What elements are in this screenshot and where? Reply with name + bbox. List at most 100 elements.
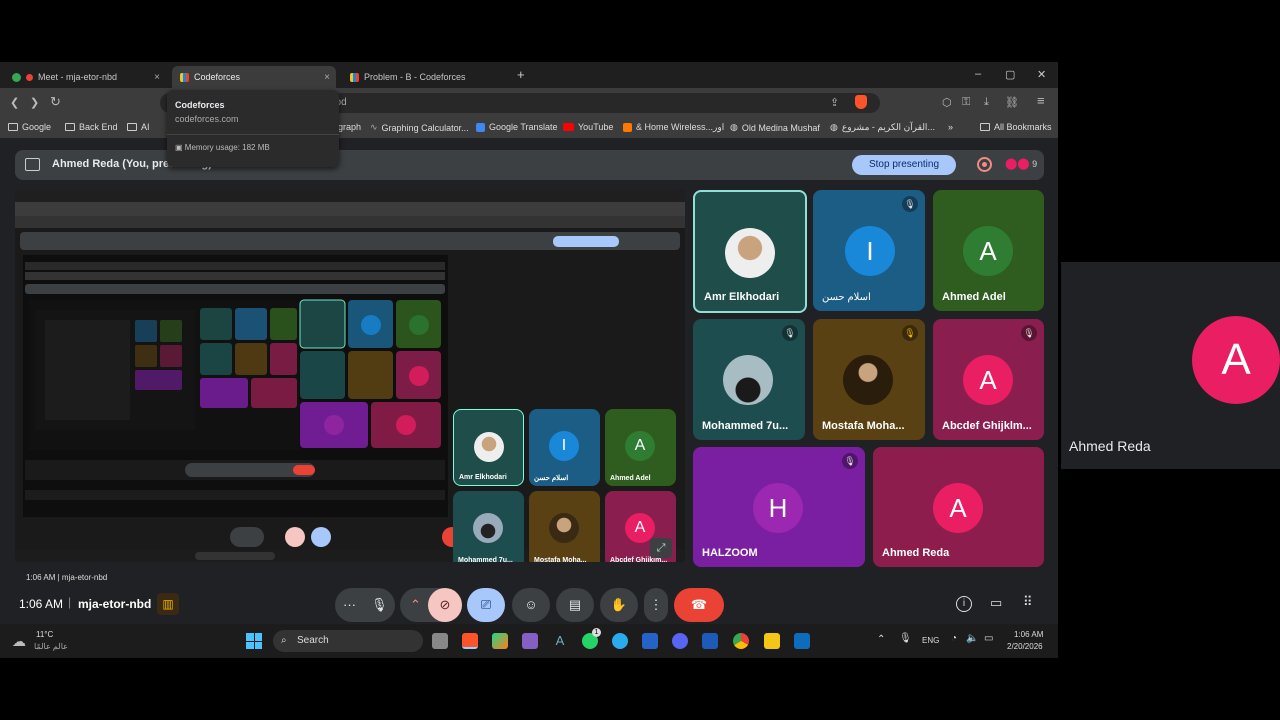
close-window-button[interactable]: ✕ — [1037, 68, 1046, 81]
tile-halzoom[interactable]: 🎙 H HALZOOM — [693, 447, 865, 567]
tile-name: Abcdef Ghijklm... — [942, 420, 1032, 432]
start-button[interactable] — [246, 633, 262, 649]
chat-icon[interactable]: ▭ — [990, 595, 1002, 611]
bookmark-back-end[interactable]: Back End — [65, 122, 118, 132]
graph-icon: ∿ — [370, 122, 378, 132]
tab-problem-label: Problem - B - Codeforces — [364, 72, 466, 82]
new-tab-button[interactable]: + — [517, 67, 525, 82]
leave-call-button[interactable]: ☎ — [674, 588, 724, 622]
tab-close-icon[interactable]: × — [154, 72, 160, 83]
participants-indicator[interactable]: ⬤⬤ 9 — [1005, 157, 1037, 170]
chevron-up-icon[interactable]: ⌃ — [877, 634, 885, 645]
bookmark-home-wireless[interactable]: & Home Wireless...اور — [623, 122, 724, 133]
chrome-icon[interactable] — [733, 633, 749, 649]
tile-ahmed-adel[interactable]: A Ahmed Adel — [933, 190, 1044, 311]
bookmark-google[interactable]: Google — [8, 122, 51, 132]
meet-content: Ahmed Reda (You, presenting) Stop presen… — [0, 138, 1058, 636]
volume-icon[interactable]: 🔈 — [966, 633, 978, 644]
tile-ahmed-reda[interactable]: A Ahmed Reda — [873, 447, 1044, 567]
avatar-initial: I — [845, 226, 895, 276]
avatar-photo — [549, 513, 579, 543]
translate-icon — [476, 122, 485, 132]
emoji-button[interactable]: ☺ — [512, 588, 550, 622]
mail-icon[interactable] — [642, 633, 658, 649]
discord-icon[interactable] — [672, 633, 688, 649]
visual-studio-icon[interactable] — [522, 633, 538, 649]
maximize-button[interactable]: ▢ — [1005, 68, 1015, 81]
forward-icon[interactable]: ❯ — [30, 96, 39, 109]
tab-codeforces[interactable]: Codeforces × — [172, 66, 336, 88]
tile-mohammed[interactable]: 🎙 Mohammed 7u... — [693, 319, 805, 440]
avatar-photo — [843, 355, 893, 405]
stop-presenting-button[interactable]: Stop presenting — [852, 155, 956, 175]
shared-tile-mostafa: Mostafa Moha... — [529, 491, 600, 562]
folder-icon — [127, 123, 137, 131]
tab-close-icon[interactable]: × — [324, 72, 330, 83]
expand-icon[interactable]: ⤢ — [650, 538, 672, 558]
link-icon[interactable]: ⛓ — [1005, 96, 1019, 109]
globe-icon: ◍ — [830, 122, 838, 132]
raise-hand-button[interactable]: ✋ — [600, 588, 638, 622]
bookmark-google-translate[interactable]: Google Translate — [476, 122, 558, 132]
tile-name: اسلام حسن — [822, 292, 871, 303]
captions-button[interactable]: ▤ — [556, 588, 594, 622]
orange-icon — [623, 123, 632, 132]
app-icon[interactable] — [702, 633, 718, 649]
microphone-tray-icon[interactable]: 🎙 — [899, 633, 912, 644]
recording-indicator-icon[interactable] — [977, 157, 992, 172]
activities-icon[interactable]: ⠿ — [1023, 594, 1033, 610]
menu-icon[interactable]: ≡ — [1037, 93, 1045, 108]
brave-shield-icon[interactable] — [855, 95, 867, 109]
folder-icon — [980, 123, 990, 131]
download-icon[interactable]: ⤓ — [984, 96, 989, 109]
bookmarks-overflow[interactable]: » — [948, 122, 953, 132]
share-icon[interactable]: ⇪ — [830, 96, 839, 109]
bookmark-ai[interactable]: AI — [127, 122, 150, 132]
minimize-button[interactable]: – — [975, 68, 981, 80]
clock-time[interactable]: 1:06 AM — [1014, 630, 1043, 639]
present-screen-button[interactable]: ⎚ — [467, 588, 505, 622]
taskbar-search[interactable]: ⌕ Search — [273, 630, 423, 652]
language-indicator[interactable]: ENG — [922, 636, 939, 645]
mic-off-icon: 🎙 — [782, 325, 798, 341]
bookmark-quran[interactable]: ◍ القرآن الكريم - مشروع... — [830, 122, 935, 133]
back-icon[interactable]: ❮ — [10, 96, 19, 109]
avatar-initial: A — [625, 431, 655, 461]
camera-off-button[interactable]: ⌃ ⊘ — [400, 588, 462, 622]
tile-amr-elkhodari[interactable]: Amr Elkhodari — [693, 190, 807, 313]
tile-name: Amr Elkhodari — [704, 291, 780, 303]
mic-off-icon: 🎙 — [842, 453, 858, 469]
extensions-icon[interactable]: ⬡ — [942, 96, 952, 109]
typora-icon[interactable]: A — [552, 633, 568, 649]
wifi-icon[interactable]: ◔ — [951, 633, 957, 644]
tile-mostafa[interactable]: 🎙 Mostafa Moha... — [813, 319, 925, 440]
avatar-initial: I — [549, 431, 579, 461]
meeting-time: 1:06 AM — [19, 597, 64, 611]
tile-islam-hassan[interactable]: 🎙 I اسلام حسن — [813, 190, 925, 311]
tab-problem[interactable]: Problem - B - Codeforces — [342, 66, 506, 88]
more-options-button[interactable]: ⋮ — [644, 588, 668, 622]
reload-icon[interactable]: ↻ — [50, 94, 61, 110]
tab-meet[interactable]: Meet - mja-etor-nbd × — [4, 66, 166, 88]
bookmark-all[interactable]: All Bookmarks — [980, 122, 1052, 132]
meeting-info-icon[interactable]: i — [956, 596, 972, 612]
tile-abcdef[interactable]: 🎙 A Abcdef Ghijklm... — [933, 319, 1044, 440]
bookmark-old-medina-mushaf[interactable]: ◍ Old Medina Mushaf — [730, 122, 820, 133]
jetbrains-icon[interactable] — [492, 633, 508, 649]
host-controls-icon[interactable]: ▥ — [157, 593, 179, 615]
battery-icon[interactable]: ▭ — [984, 633, 993, 644]
outlook-icon[interactable] — [794, 633, 810, 649]
key-icon[interactable]: ⚿ — [962, 96, 970, 109]
shared-tile-mohammed: Mohammed 7u... — [453, 491, 524, 562]
bookmark-graph[interactable]: graph — [338, 122, 361, 132]
bookmark-graphing-calculator[interactable]: ∿ Graphing Calculator... — [370, 122, 469, 133]
telegram-icon[interactable] — [612, 633, 628, 649]
tab-hover-card: Codeforces codeforces.com ▣ Memory usage… — [167, 90, 339, 167]
codeforces-favicon-icon — [180, 72, 189, 82]
bookmark-youtube[interactable]: YouTube — [563, 122, 613, 132]
more-audio-button[interactable]: ··· 🎙 — [335, 588, 395, 622]
task-view-icon[interactable] — [432, 633, 448, 649]
file-explorer-icon[interactable] — [764, 633, 780, 649]
brave-browser-icon[interactable] — [462, 633, 478, 649]
clock-date[interactable]: 2/20/2026 — [1007, 642, 1043, 651]
